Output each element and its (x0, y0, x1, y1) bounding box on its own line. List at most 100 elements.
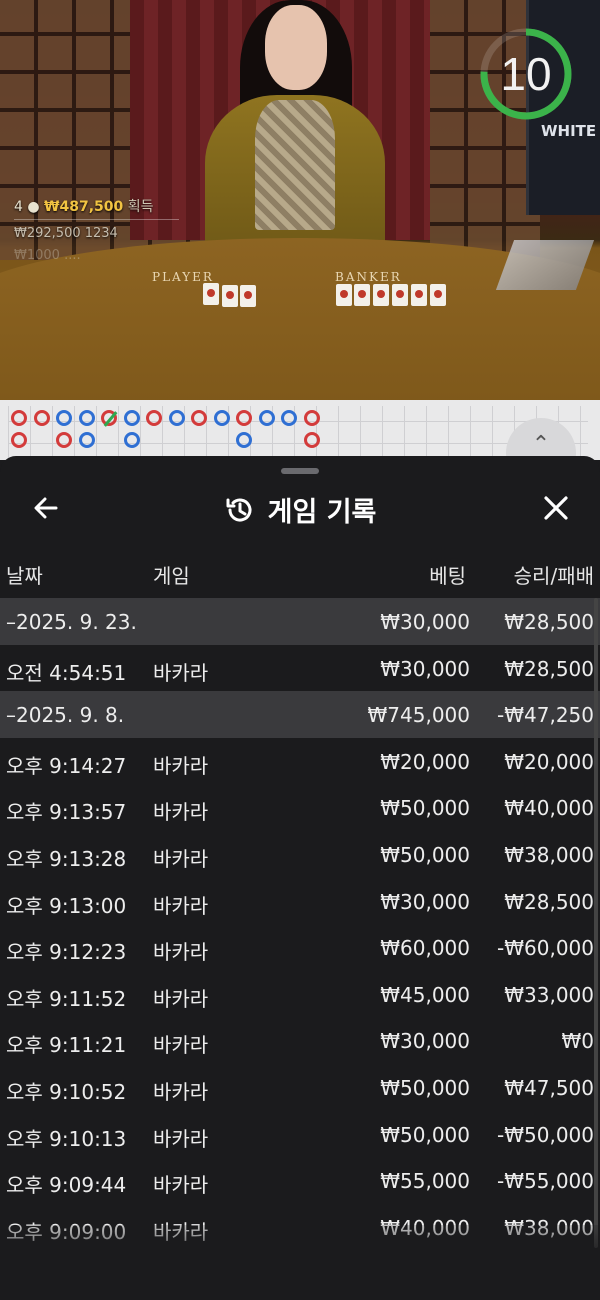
row-time: 오전 4:54:51 (6, 660, 127, 685)
player-bead (123, 432, 140, 448)
banker-bead (303, 410, 320, 426)
sheet-drag-handle[interactable] (281, 468, 319, 474)
player-bead (123, 410, 140, 426)
live-video: WHITE PLAYER BANKER 10 4 ● ₩487,500 획득 ₩… (0, 0, 600, 400)
row-game: 바카라 (153, 846, 209, 871)
history-table: –2025. 9. 23. ₩30,000 ₩28,500 오전 4:54:51 바카라… (0, 598, 600, 1250)
row-bet: ₩55,000 (380, 1169, 470, 1194)
row-time: 오후 9:11:52 (6, 986, 127, 1011)
player-bead (56, 410, 72, 426)
player-bead (236, 432, 252, 448)
table-row[interactable]: 오후 9:10:13 바카라 ₩50,000 -₩50,000 (0, 1111, 600, 1158)
scrollbar[interactable] (594, 598, 598, 1248)
row-bet: ₩30,000 (380, 610, 470, 634)
banker-bead (101, 410, 118, 427)
game-history-sheet: 게임 기록 날짜 게임 베팅 승리/패배 –2025. 9. 23. ₩30,00… (0, 456, 600, 1300)
row-game: 바카라 (153, 660, 209, 685)
row-bet: ₩20,000 (380, 749, 470, 774)
banker-bead (146, 410, 162, 426)
row-win-loss: ₩40,000 (504, 796, 594, 821)
winner-entry: ₩292,500 1234 (14, 226, 118, 241)
row-time: 오후 9:09:44 (6, 1173, 127, 1198)
winners-suffix: 획득 (127, 199, 154, 215)
row-game: 바카라 (153, 986, 209, 1011)
banker-bead (33, 410, 50, 426)
row-win-loss: -₩50,000 (497, 1122, 594, 1147)
row-time: –2025. 9. 23. (6, 610, 137, 634)
table-row[interactable]: 오후 9:13:57 바카라 ₩50,000 ₩40,000 (0, 784, 600, 831)
table-row[interactable]: 오후 9:10:52 바카라 ₩50,000 ₩47,500 (0, 1064, 600, 1111)
row-bet: ₩30,000 (380, 656, 470, 681)
close-icon[interactable] (540, 492, 572, 524)
banker-bead (11, 432, 27, 448)
table-row[interactable]: 오후 9:11:52 바카라 ₩45,000 ₩33,000 (0, 971, 600, 1018)
row-win-loss: ₩0 (561, 1029, 595, 1054)
row-game: 바카라 (153, 1173, 209, 1198)
chevron-up-icon: ⌃ (531, 432, 551, 457)
felt-banker-label: BANKER (335, 270, 402, 284)
row-bet: ₩45,000 (380, 982, 470, 1007)
column-header-win-loss: 승리/패배 (513, 564, 594, 588)
banker-bead (236, 410, 252, 426)
player-bead (258, 410, 275, 426)
row-win-loss: -₩60,000 (497, 936, 594, 961)
card (373, 284, 389, 306)
table-row[interactable]: 오전 4:54:51 바카라 ₩30,000 ₩28,500 (0, 645, 600, 692)
row-time: 오후 9:10:52 (6, 1079, 127, 1104)
sheet-header: 게임 기록 (0, 482, 600, 534)
row-win-loss: ₩20,000 (504, 749, 594, 774)
row-time: 오후 9:13:28 (6, 846, 127, 871)
card (240, 285, 256, 307)
row-time: –2025. 9. 8. (6, 703, 125, 728)
card (430, 284, 446, 306)
row-game: 바카라 (153, 1219, 209, 1244)
row-game: 바카라 (153, 1079, 209, 1104)
row-bet: ₩30,000 (380, 1029, 470, 1054)
row-time: 오후 9:13:57 (6, 800, 127, 825)
row-win-loss: ₩28,500 (504, 610, 594, 634)
bead-road-grid (8, 406, 588, 460)
table-row[interactable]: 오후 9:11:21 바카라 ₩30,000 ₩0 (0, 1017, 600, 1064)
row-win-loss: ₩28,500 (504, 656, 594, 681)
banker-bead (56, 432, 72, 448)
row-time: 오후 9:10:13 (6, 1126, 127, 1151)
table-row[interactable]: 오후 9:12:23 바카라 ₩60,000 -₩60,000 (0, 924, 600, 971)
column-header-date: 날짜 (6, 564, 43, 588)
card (222, 285, 238, 307)
row-bet: ₩50,000 (380, 1075, 470, 1100)
row-win-loss: -₩47,250 (497, 703, 594, 728)
row-game: 바카라 (153, 800, 209, 825)
table-row[interactable]: 오후 9:09:00 바카라 ₩40,000 ₩38,000 (0, 1204, 600, 1251)
page-title: 게임 기록 (267, 497, 377, 528)
dealer-vest (255, 100, 335, 230)
card (336, 284, 352, 306)
table-row[interactable]: 오후 9:13:00 바카라 ₩30,000 ₩28,500 (0, 878, 600, 925)
user-icon: ● (27, 199, 40, 215)
table-row[interactable]: 오후 9:13:28 바카라 ₩50,000 ₩38,000 (0, 831, 600, 878)
dealer-face (265, 5, 327, 90)
row-time: 오후 9:14:27 (6, 753, 127, 778)
date-group-row[interactable]: –2025. 9. 23. ₩30,000 ₩28,500 (0, 598, 600, 645)
row-bet: ₩40,000 (380, 1215, 470, 1240)
row-bet: ₩50,000 (380, 842, 470, 867)
row-time: 오후 9:12:23 (6, 940, 127, 965)
row-game: 바카라 (153, 753, 209, 778)
row-game: 바카라 (153, 940, 209, 965)
card (392, 284, 408, 306)
row-bet: ₩60,000 (380, 936, 470, 961)
divider (14, 219, 179, 220)
row-win-loss: ₩38,000 (504, 1215, 594, 1240)
row-bet: ₩50,000 (380, 1122, 470, 1147)
table-row[interactable]: 오후 9:14:27 바카라 ₩20,000 ₩20,000 (0, 738, 600, 785)
row-win-loss: ₩33,000 (504, 982, 594, 1007)
date-group-row[interactable]: –2025. 9. 8. ₩745,000 -₩47,250 (0, 691, 600, 738)
winners-banner: 4 ● ₩487,500 획득 (14, 196, 153, 216)
row-time: 오후 9:13:00 (6, 893, 127, 918)
column-header-bet: 베팅 (429, 564, 466, 588)
table-row[interactable]: 오후 9:09:44 바카라 ₩55,000 -₩55,000 (0, 1157, 600, 1204)
banker-bead (303, 432, 320, 448)
history-icon (226, 498, 252, 522)
row-game: 바카라 (153, 1126, 209, 1151)
banker-bead (11, 410, 27, 426)
monitor-text: WHITE (541, 122, 597, 140)
